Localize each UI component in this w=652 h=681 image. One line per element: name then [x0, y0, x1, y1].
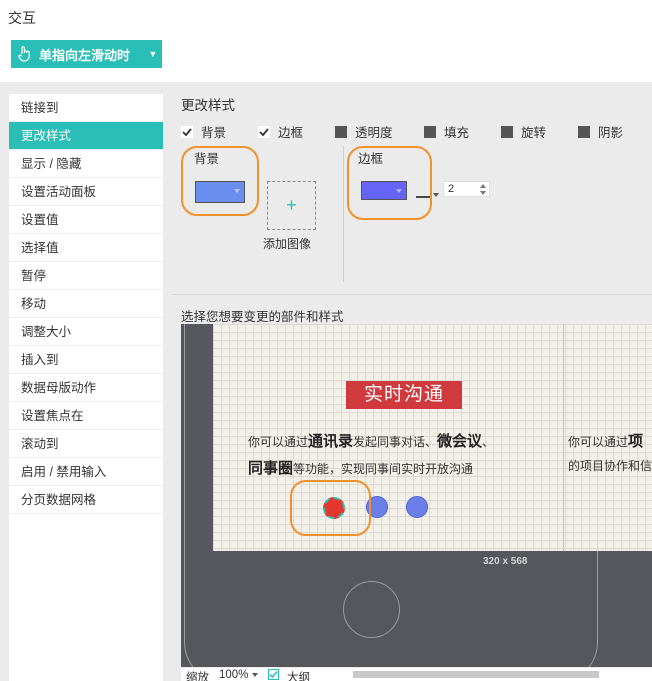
action-item-data-grid[interactable]: 分页数据网格 [9, 486, 163, 514]
add-image-button[interactable]: + [267, 181, 316, 230]
background-color-picker[interactable] [195, 181, 245, 203]
slide-title[interactable]: 实时沟通 [346, 381, 462, 409]
option-label: 边框 [278, 126, 304, 140]
plus-icon: + [286, 195, 297, 215]
border-width-stepper[interactable]: 2 [443, 181, 490, 197]
line-style-icon[interactable] [416, 190, 439, 202]
checkbox-unchecked-icon [335, 125, 347, 138]
pager-dot[interactable] [366, 496, 388, 518]
option-label: 透明度 [355, 126, 393, 140]
stepper-down-icon[interactable] [480, 191, 486, 195]
option-label: 阴影 [598, 126, 624, 140]
action-list: 链接到 更改样式 显示 / 隐藏 设置活动面板 设置值 选择值 暂停 移动 调整… [9, 94, 163, 681]
hand-pointer-icon [11, 46, 39, 62]
action-item-insert[interactable]: 插入到 [9, 346, 163, 374]
action-item-set-value[interactable]: 设置值 [9, 206, 163, 234]
slide-description: 你可以通过通讯录发起同事对话、微会议、 [248, 433, 495, 450]
option-label: 填充 [444, 126, 470, 140]
option-shadow[interactable]: 阴影 [578, 122, 623, 141]
parts-label: 选择您想要变更的部件和样式 [181, 310, 344, 324]
preview-canvas: 实时沟通 你可以通过通讯录发起同事对话、微会议、 同事圈等功能，实现同事间实时开… [181, 324, 652, 667]
event-label: 单指向左滑动时 [39, 47, 131, 63]
device-size-label: 320 x 568 [483, 556, 528, 567]
slide-description-next: 的项目协作和信 [568, 459, 652, 473]
canvas-footer: 缩放 100% 大纲 [181, 668, 652, 681]
action-item-set-panel[interactable]: 设置活动面板 [9, 178, 163, 206]
outline-label: 大纲 [287, 672, 310, 681]
caret-down-icon [252, 673, 258, 677]
border-color-picker[interactable] [361, 181, 407, 200]
option-padding[interactable]: 填充 [424, 122, 469, 141]
caret-down-icon: ▼ [148, 49, 158, 59]
action-item-scroll[interactable]: 滚动到 [9, 430, 163, 458]
action-item-pause[interactable]: 暂停 [9, 262, 163, 290]
border-width-value: 2 [448, 183, 455, 195]
slide-description: 同事圈等功能，实现同事间实时开放沟通 [248, 460, 474, 477]
action-item-focus[interactable]: 设置焦点在 [9, 402, 163, 430]
outline-checkbox[interactable] [268, 669, 279, 680]
checkbox-checked-icon [258, 125, 270, 138]
checkbox-unchecked-icon [578, 125, 590, 138]
page-title: 交互 [8, 10, 36, 26]
action-item-link[interactable]: 链接到 [9, 94, 163, 122]
checkbox-unchecked-icon [501, 125, 513, 138]
pager-dot[interactable] [406, 496, 428, 518]
pager-dot-selected[interactable] [323, 497, 345, 519]
divider [343, 146, 344, 282]
action-item-select-value[interactable]: 选择值 [9, 234, 163, 262]
option-label: 背景 [201, 126, 227, 140]
action-item-resize[interactable]: 调整大小 [9, 318, 163, 346]
action-item-change-style[interactable]: 更改样式 [9, 122, 163, 150]
add-image-label: 添加图像 [263, 237, 312, 251]
zoom-select[interactable]: 100% [219, 669, 248, 681]
checkbox-unchecked-icon [424, 125, 436, 138]
border-label: 边框 [358, 152, 384, 166]
action-item-enable-disable[interactable]: 启用 / 禁用输入 [9, 458, 163, 486]
style-options: 背景 边框 透明度 填充 旋转 阴影 [181, 122, 652, 140]
option-label: 旋转 [521, 126, 547, 140]
background-label: 背景 [194, 152, 220, 166]
option-background[interactable]: 背景 [181, 122, 226, 141]
home-button [343, 581, 400, 638]
event-dropdown[interactable]: 单指向左滑动时 ▼ [11, 40, 162, 68]
option-opacity[interactable]: 透明度 [335, 122, 393, 141]
section-title: 更改样式 [181, 98, 235, 113]
slide-description-next: 你可以通过项 [568, 433, 644, 450]
checkbox-checked-icon [181, 125, 193, 138]
action-item-move[interactable]: 移动 [9, 290, 163, 318]
caret-down-icon [234, 189, 240, 193]
option-border[interactable]: 边框 [258, 122, 303, 141]
style-settings: 更改样式 背景 边框 透明度 填充 旋转 阴影 背景 + 添加图像 边框 2 选… [172, 82, 652, 681]
action-item-data-master[interactable]: 数据母版动作 [9, 374, 163, 402]
divider [172, 294, 652, 295]
caret-down-icon [396, 189, 402, 193]
zoom-label: 缩放 [186, 672, 209, 681]
action-item-show-hide[interactable]: 显示 / 隐藏 [9, 150, 163, 178]
stepper-up-icon[interactable] [480, 184, 486, 188]
option-rotate[interactable]: 旋转 [501, 122, 546, 141]
horizontal-scrollbar[interactable] [353, 671, 599, 678]
phone-screen: 实时沟通 你可以通过通讯录发起同事对话、微会议、 同事圈等功能，实现同事间实时开… [213, 324, 652, 551]
